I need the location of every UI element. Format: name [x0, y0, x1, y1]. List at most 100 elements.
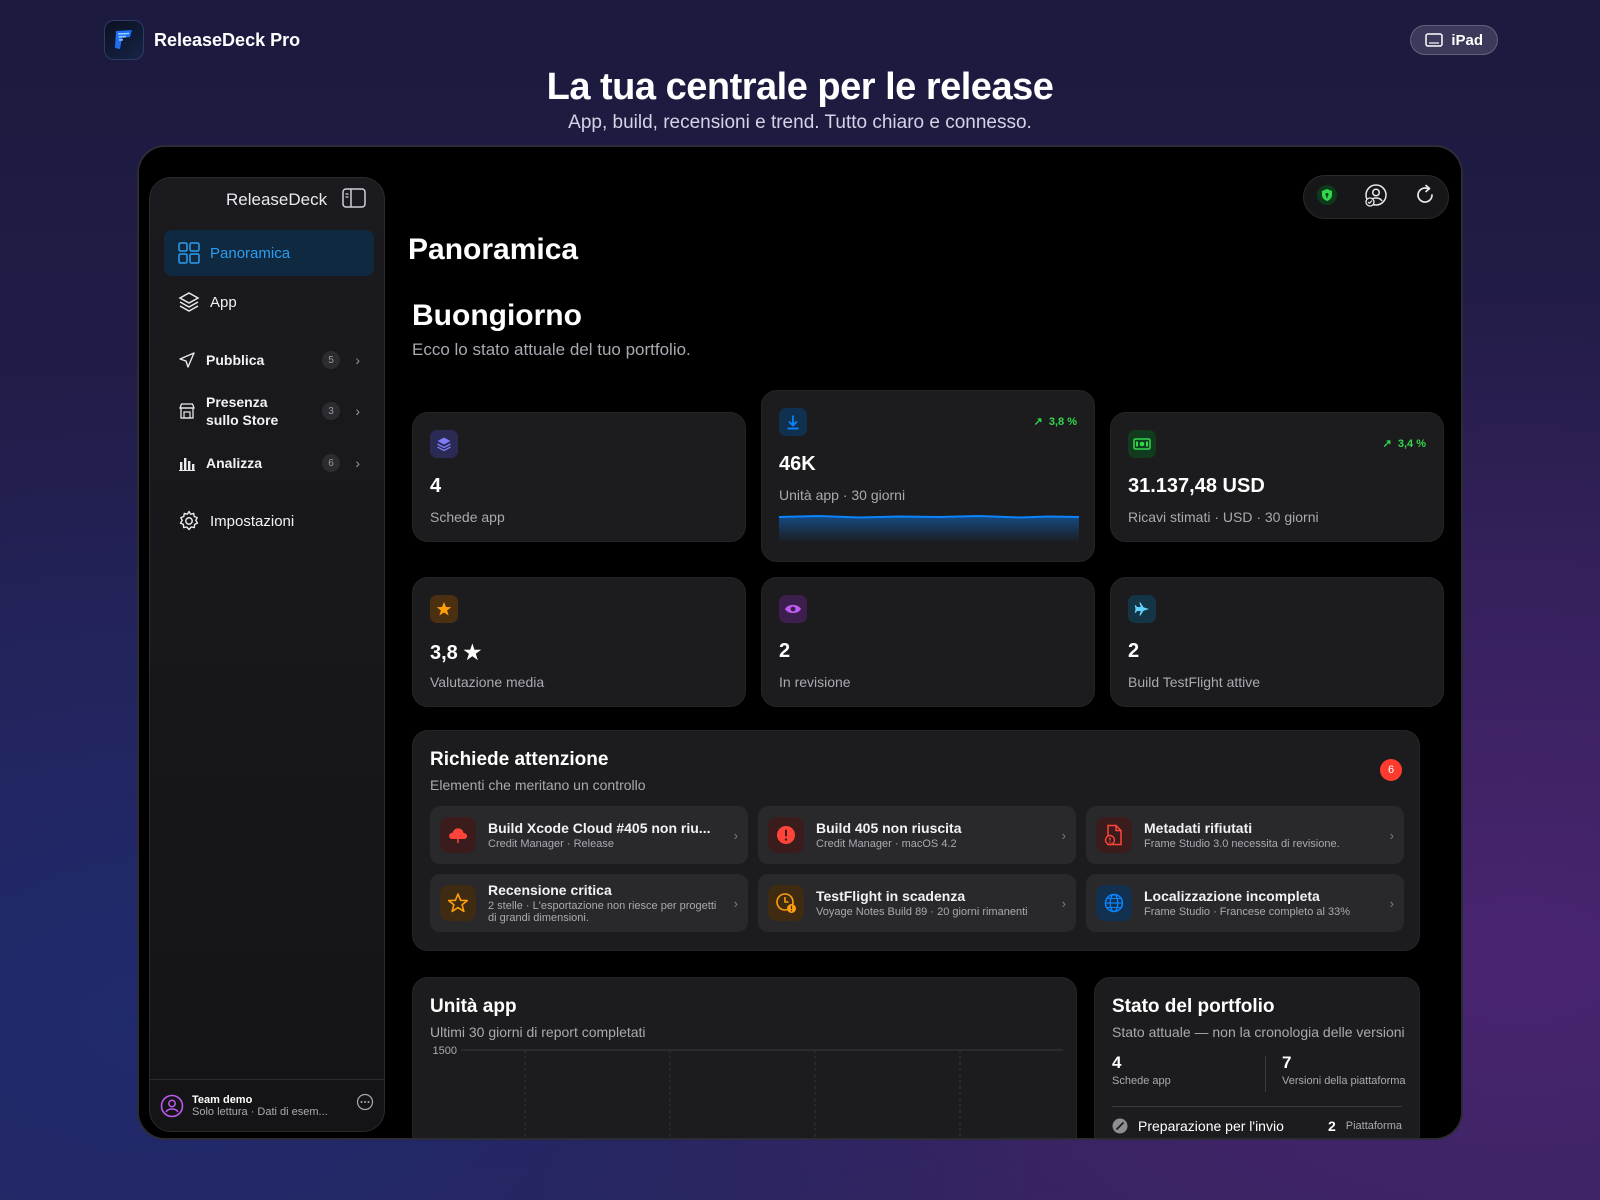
- sidebar-item-label: Analizza: [206, 455, 263, 471]
- chevron-right-icon: ›: [1061, 827, 1066, 843]
- globe-icon: [1096, 885, 1132, 921]
- attention-count-badge: 6: [1380, 759, 1402, 781]
- chevron-right-icon: ›: [355, 352, 360, 368]
- attention-item[interactable]: Recensione critica 2 stelle · L'esportaz…: [430, 874, 748, 932]
- attention-item[interactable]: Build 405 non riuscita Credit Manager · …: [758, 806, 1076, 864]
- bar-chart-icon: [179, 458, 195, 471]
- stack-icon: [178, 292, 200, 312]
- chevron-right-icon: ›: [355, 403, 360, 419]
- metric-card-ricavi[interactable]: ↗ 3,4 % 31.137,48 USD Ricavi stimati · U…: [1110, 412, 1444, 542]
- team-status: Solo lettura · Dati di esem...: [192, 1105, 328, 1118]
- eye-icon: [779, 595, 807, 623]
- metric-value: 3,8 ★: [430, 642, 482, 664]
- sidebar-item-app[interactable]: App: [164, 279, 374, 325]
- sidebar: ReleaseDeck Panoramica App Pubblica 5 › …: [149, 177, 385, 1132]
- metric-card-valutazione[interactable]: 3,8 ★ Valutazione media: [412, 577, 746, 707]
- attention-panel: Richiede attenzione Elementi che meritan…: [412, 730, 1420, 951]
- metric-card-unita[interactable]: ↗ 3,8 % 46K Unità app · 30 giorni: [761, 390, 1095, 562]
- metric-card-schede[interactable]: 4 Schede app: [412, 412, 746, 542]
- attention-item-title: TestFlight in scadenza: [816, 888, 966, 904]
- sparkline: [779, 514, 1079, 543]
- attention-item-title: Recensione critica: [488, 882, 612, 898]
- metric-label: In revisione: [779, 674, 851, 690]
- chevron-right-icon: ›: [355, 455, 360, 471]
- units-chart: 20001500: [433, 1045, 1063, 1138]
- attention-subtitle: Elementi che meritano un controllo: [430, 777, 646, 793]
- sidebar-item-label: Impostazioni: [210, 512, 295, 530]
- chart-title: Unità app: [430, 996, 517, 1017]
- sidebar-toggle-icon[interactable]: [342, 188, 366, 213]
- metric-card-revisione[interactable]: 2 In revisione: [761, 577, 1095, 707]
- attention-item-title: Build Xcode Cloud #405 non riu...: [488, 820, 711, 836]
- money-icon: [1128, 430, 1156, 458]
- attention-item-detail: Frame Studio · Francese completo al 33%: [1144, 906, 1351, 918]
- attention-item-title: Build 405 non riuscita: [816, 820, 962, 836]
- count-badge: 3: [322, 402, 340, 420]
- brand: ReleaseDeck Pro: [104, 20, 300, 60]
- metric-label: Unità app · 30 giorni: [779, 487, 906, 503]
- store-icon: [179, 403, 195, 419]
- toolbar: [1303, 175, 1449, 219]
- attention-item[interactable]: TestFlight in scadenza Voyage Notes Buil…: [758, 874, 1076, 932]
- sidebar-item-label: Pubblica: [206, 352, 265, 368]
- sidebar-item-pubblica[interactable]: Pubblica 5 ›: [164, 337, 374, 383]
- attention-title: Richiede attenzione: [430, 749, 609, 770]
- stat-divider: [1265, 1056, 1266, 1092]
- metric-value: 46K: [779, 453, 816, 475]
- attention-item-title: Localizzazione incompleta: [1144, 888, 1320, 904]
- gear-icon: [179, 510, 199, 531]
- status-unit: Piattaforma: [1345, 1120, 1402, 1132]
- grid-icon: [178, 242, 200, 264]
- refresh-icon[interactable]: [1414, 184, 1436, 211]
- stat-value: 4: [1112, 1053, 1122, 1072]
- cloud-alert-icon: [440, 817, 476, 853]
- portfolio-card: Stato del portfolio Stato attuale — non …: [1094, 977, 1420, 1138]
- sidebar-item-analizza[interactable]: Analizza 6 ›: [164, 440, 374, 486]
- clock-alert-icon: [768, 885, 804, 921]
- sidebar-item-impostazioni[interactable]: Impostazioni: [164, 498, 374, 544]
- brand-name: ReleaseDeck Pro: [154, 29, 301, 50]
- sidebar-item-label: Panoramica: [210, 244, 291, 262]
- trend-value: 3,8 %: [1048, 416, 1077, 428]
- attention-item[interactable]: Metadati rifiutati Frame Studio 3.0 nece…: [1086, 806, 1404, 864]
- stat-value: 7: [1282, 1053, 1292, 1072]
- page-title: Panoramica: [408, 233, 579, 266]
- star-outline-icon: [440, 885, 476, 921]
- metric-label: Valutazione media: [430, 674, 545, 690]
- attention-item[interactable]: Localizzazione incompleta Frame Studio ·…: [1086, 874, 1404, 932]
- more-options-icon[interactable]: [356, 1093, 374, 1116]
- count-badge: 6: [322, 454, 340, 472]
- portfolio-stat: 4 Schede app: [1112, 1053, 1171, 1087]
- sidebar-item-panoramica[interactable]: Panoramica: [164, 230, 374, 276]
- sidebar-item-label: App: [210, 293, 237, 311]
- portfolio-status-row[interactable]: Preparazione per l'invio 2 Piattaforma: [1112, 1118, 1402, 1134]
- trend-up-icon: ↗: [1382, 438, 1392, 450]
- device-label: iPad: [1451, 31, 1483, 49]
- hero-title: La tua centrale per le release: [546, 66, 1054, 108]
- status-count: 2: [1327, 1118, 1336, 1134]
- sidebar-item-presenza-store[interactable]: Presenza sullo Store 3 ›: [164, 384, 374, 438]
- stack-icon: [430, 430, 458, 458]
- greeting-subtitle: Ecco lo stato attuale del tuo portfolio.: [412, 340, 691, 359]
- sidebar-title: ReleaseDeck: [226, 190, 328, 209]
- portfolio-subtitle: Stato attuale — non la cronologia delle …: [1112, 1024, 1405, 1040]
- metric-label: Ricavi stimati · USD · 30 giorni: [1128, 509, 1319, 525]
- device-selector-button[interactable]: iPad: [1410, 25, 1498, 55]
- attention-item[interactable]: Build Xcode Cloud #405 non riu... Credit…: [430, 806, 748, 864]
- chevron-right-icon: ›: [1389, 895, 1394, 911]
- label-line-1: Presenza: [206, 394, 268, 410]
- trend-badge: ↗ 3,4 %: [1383, 437, 1426, 450]
- team-name: Team demo: [192, 1093, 253, 1106]
- download-icon: [779, 408, 807, 436]
- chevron-right-icon: ›: [1389, 827, 1394, 843]
- metric-label: Schede app: [430, 509, 505, 525]
- units-chart-card: Unità app Ultimi 30 giorni di report com…: [412, 977, 1077, 1138]
- shield-icon[interactable]: [1316, 184, 1338, 211]
- attention-item-detail: Frame Studio 3.0 necessita di revisione.: [1144, 838, 1340, 850]
- label-line-2: sullo Store: [206, 412, 279, 428]
- metric-card-testflight[interactable]: 2 Build TestFlight attive: [1110, 577, 1444, 707]
- attention-item-detail: 2 stelle · L'esportazione non riesce per…: [488, 900, 717, 924]
- team-switcher[interactable]: Team demo Solo lettura · Dati di esem...: [150, 1079, 384, 1131]
- stat-label: Schede app: [1112, 1075, 1171, 1087]
- account-switch-icon[interactable]: [1363, 183, 1389, 212]
